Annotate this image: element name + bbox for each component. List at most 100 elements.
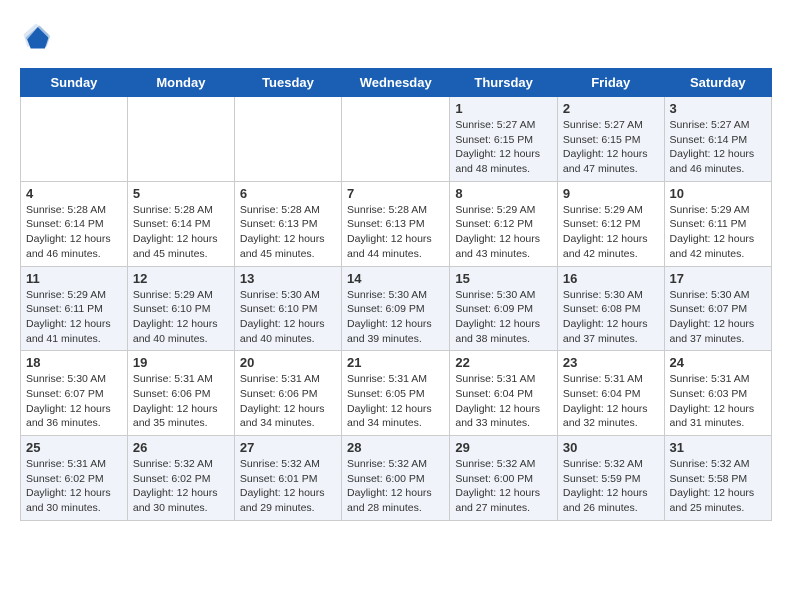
- cell-text-line: Sunrise: 5:27 AM: [563, 118, 659, 133]
- calendar-table: SundayMondayTuesdayWednesdayThursdayFrid…: [20, 68, 772, 521]
- cell-text-line: Daylight: 12 hours: [347, 232, 444, 247]
- cell-text-line: Sunset: 6:10 PM: [133, 302, 229, 317]
- calendar-cell: 4Sunrise: 5:28 AMSunset: 6:14 PMDaylight…: [21, 181, 128, 266]
- day-number: 2: [563, 101, 659, 116]
- day-number: 17: [670, 271, 766, 286]
- cell-text-line: Sunrise: 5:32 AM: [455, 457, 552, 472]
- cell-text-line: Daylight: 12 hours: [240, 402, 336, 417]
- cell-text-line: and 27 minutes.: [455, 501, 552, 516]
- calendar-cell: 20 Sunrise: 5:31 AMSunset: 6:06 PMDayligh…: [234, 351, 341, 436]
- cell-text-line: Daylight: 12 hours: [240, 317, 336, 332]
- cell-text-line: Sunrise: 5:32 AM: [133, 457, 229, 472]
- cell-text-line: Sunset: 6:06 PM: [240, 387, 336, 402]
- cell-text-line: Sunrise: 5:31 AM: [133, 372, 229, 387]
- cell-text-line: and 47 minutes.: [563, 162, 659, 177]
- day-number: 16: [563, 271, 659, 286]
- day-number: 26: [133, 440, 229, 455]
- calendar-cell: 10Sunrise: 5:29 AMSunset: 6:11 PMDayligh…: [664, 181, 771, 266]
- calendar-cell: 17Sunrise: 5:30 AMSunset: 6:07 PMDayligh…: [664, 266, 771, 351]
- cell-text-line: Sunrise: 5:31 AM: [347, 372, 444, 387]
- day-number: 30: [563, 440, 659, 455]
- day-number: 14: [347, 271, 444, 286]
- header-cell-wednesday: Wednesday: [342, 69, 450, 97]
- day-number: 27: [240, 440, 336, 455]
- cell-text-line: Daylight: 12 hours: [240, 486, 336, 501]
- day-number: 6: [240, 186, 336, 201]
- header-cell-tuesday: Tuesday: [234, 69, 341, 97]
- calendar-cell: 12Sunrise: 5:29 AMSunset: 6:10 PMDayligh…: [127, 266, 234, 351]
- cell-text-line: Sunrise: 5:29 AM: [133, 288, 229, 303]
- day-number: 20: [240, 355, 336, 370]
- cell-text-line: Sunset: 5:58 PM: [670, 472, 766, 487]
- day-number: 3: [670, 101, 766, 116]
- calendar-cell: 22Sunrise: 5:31 AMSunset: 6:04 PMDayligh…: [450, 351, 558, 436]
- cell-text-line: and 34 minutes.: [240, 416, 336, 431]
- cell-text-line: Daylight: 12 hours: [670, 317, 766, 332]
- cell-text-line: Sunrise: 5:28 AM: [240, 203, 336, 218]
- day-number: 4: [26, 186, 122, 201]
- cell-text-line: Daylight: 12 hours: [240, 232, 336, 247]
- day-number: 7: [347, 186, 444, 201]
- cell-text-line: Sunset: 6:14 PM: [26, 217, 122, 232]
- cell-text-line: and 38 minutes.: [455, 332, 552, 347]
- cell-text-line: and 33 minutes.: [455, 416, 552, 431]
- cell-text-line: Sunset: 6:11 PM: [670, 217, 766, 232]
- logo-icon: [20, 20, 52, 52]
- cell-text-line: Daylight: 12 hours: [455, 486, 552, 501]
- calendar-cell: 14Sunrise: 5:30 AMSunset: 6:09 PMDayligh…: [342, 266, 450, 351]
- cell-text-line: Sunset: 6:12 PM: [563, 217, 659, 232]
- cell-text-line: Sunrise: 5:27 AM: [455, 118, 552, 133]
- day-number: 19: [133, 355, 229, 370]
- cell-text-line: Daylight: 12 hours: [455, 317, 552, 332]
- logo: [20, 20, 56, 52]
- day-number: 13: [240, 271, 336, 286]
- calendar-cell: 16Sunrise: 5:30 AMSunset: 6:08 PMDayligh…: [557, 266, 664, 351]
- cell-text-line: Sunrise: 5:29 AM: [26, 288, 122, 303]
- calendar-cell: 27Sunrise: 5:32 AMSunset: 6:01 PMDayligh…: [234, 436, 341, 521]
- cell-text-line: Daylight: 12 hours: [133, 402, 229, 417]
- calendar-cell: 23Sunrise: 5:31 AMSunset: 6:04 PMDayligh…: [557, 351, 664, 436]
- calendar-week-5: 25Sunrise: 5:31 AMSunset: 6:02 PMDayligh…: [21, 436, 772, 521]
- cell-text-line: Daylight: 12 hours: [670, 147, 766, 162]
- calendar-week-4: 18Sunrise: 5:30 AMSunset: 6:07 PMDayligh…: [21, 351, 772, 436]
- cell-text-line: Sunset: 6:07 PM: [26, 387, 122, 402]
- day-number: 18: [26, 355, 122, 370]
- calendar-cell: 5Sunrise: 5:28 AMSunset: 6:14 PMDaylight…: [127, 181, 234, 266]
- cell-text-line: Daylight: 12 hours: [670, 402, 766, 417]
- cell-text-line: Sunrise: 5:31 AM: [563, 372, 659, 387]
- cell-text-line: and 46 minutes.: [670, 162, 766, 177]
- cell-text-line: Sunset: 6:04 PM: [455, 387, 552, 402]
- calendar-cell: [342, 97, 450, 182]
- day-number: 15: [455, 271, 552, 286]
- cell-text-line: Sunrise: 5:27 AM: [670, 118, 766, 133]
- cell-text-line: and 30 minutes.: [133, 501, 229, 516]
- cell-text-line: Sunrise: 5:28 AM: [26, 203, 122, 218]
- cell-text-line: and 37 minutes.: [670, 332, 766, 347]
- cell-text-line: Sunrise: 5:29 AM: [563, 203, 659, 218]
- calendar-cell: 31Sunrise: 5:32 AMSunset: 5:58 PMDayligh…: [664, 436, 771, 521]
- header-cell-thursday: Thursday: [450, 69, 558, 97]
- cell-text-line: Sunset: 6:15 PM: [563, 133, 659, 148]
- cell-text-line: Sunrise: 5:32 AM: [240, 457, 336, 472]
- cell-text-line: and 45 minutes.: [240, 247, 336, 262]
- cell-text-line: and 40 minutes.: [240, 332, 336, 347]
- cell-text-line: Sunrise: 5:31 AM: [240, 372, 336, 387]
- cell-text-line: Daylight: 12 hours: [563, 232, 659, 247]
- calendar-cell: 26Sunrise: 5:32 AMSunset: 6:02 PMDayligh…: [127, 436, 234, 521]
- calendar-cell: 15Sunrise: 5:30 AMSunset: 6:09 PMDayligh…: [450, 266, 558, 351]
- day-number: 28: [347, 440, 444, 455]
- calendar-cell: 21Sunrise: 5:31 AMSunset: 6:05 PMDayligh…: [342, 351, 450, 436]
- calendar-cell: [234, 97, 341, 182]
- day-number: 24: [670, 355, 766, 370]
- cell-text-line: Sunset: 6:13 PM: [347, 217, 444, 232]
- day-number: 31: [670, 440, 766, 455]
- cell-text-line: Daylight: 12 hours: [26, 486, 122, 501]
- cell-text-line: Sunrise: 5:30 AM: [347, 288, 444, 303]
- calendar-cell: 13Sunrise: 5:30 AMSunset: 6:10 PMDayligh…: [234, 266, 341, 351]
- cell-text-line: Sunrise: 5:28 AM: [133, 203, 229, 218]
- calendar-cell: 24Sunrise: 5:31 AMSunset: 6:03 PMDayligh…: [664, 351, 771, 436]
- day-number: 12: [133, 271, 229, 286]
- cell-text-line: Sunset: 6:09 PM: [455, 302, 552, 317]
- cell-text-line: Daylight: 12 hours: [455, 402, 552, 417]
- cell-text-line: and 31 minutes.: [670, 416, 766, 431]
